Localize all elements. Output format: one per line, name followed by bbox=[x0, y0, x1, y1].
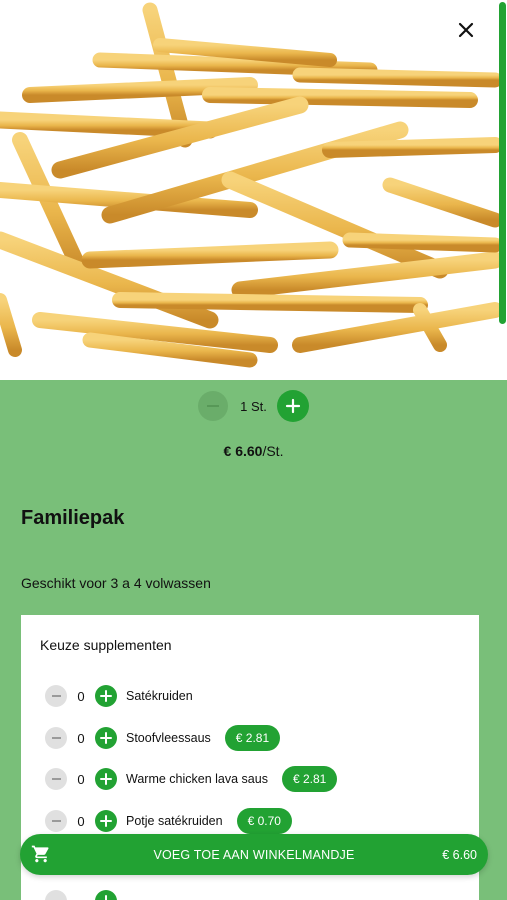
product-title: Familiepak bbox=[21, 507, 125, 529]
scrollbar-thumb[interactable] bbox=[499, 2, 506, 324]
supplement-increase-button[interactable] bbox=[95, 768, 117, 790]
supplement-increase-button[interactable] bbox=[95, 685, 117, 707]
supplement-row: 0 Stoofvleessaus € 2.81 bbox=[45, 725, 281, 751]
supplement-decrease-button[interactable] bbox=[45, 727, 67, 749]
supplement-increase-button[interactable] bbox=[95, 890, 117, 900]
unit-price: € 6.60/St. bbox=[0, 443, 507, 459]
close-icon bbox=[458, 22, 474, 38]
plus-icon bbox=[100, 732, 112, 744]
supplement-decrease-button[interactable] bbox=[45, 890, 67, 900]
supplement-row-partial bbox=[45, 888, 117, 900]
supplement-increase-button[interactable] bbox=[95, 727, 117, 749]
supplement-price-badge: € 2.81 bbox=[224, 725, 281, 751]
supplement-decrease-button[interactable] bbox=[45, 685, 67, 707]
supplement-count: 0 bbox=[77, 813, 85, 829]
supplement-name: Potje satékruiden bbox=[126, 814, 223, 828]
supplement-name: Warme chicken lava saus bbox=[126, 772, 268, 786]
supplement-price-badge: € 2.81 bbox=[281, 766, 338, 792]
product-image bbox=[0, 0, 507, 380]
close-button[interactable] bbox=[458, 22, 486, 50]
supplement-decrease-button[interactable] bbox=[45, 810, 67, 832]
supplement-count: 0 bbox=[77, 771, 85, 787]
increase-quantity-button[interactable] bbox=[276, 390, 309, 422]
plus-icon bbox=[101, 895, 111, 900]
plus-icon bbox=[100, 815, 112, 827]
supplement-count: 0 bbox=[77, 730, 85, 746]
add-to-cart-label: VOEG TOE AAN WINKELMANDJE bbox=[153, 847, 355, 862]
plus-icon bbox=[100, 773, 112, 785]
supplement-name: Stoofvleessaus bbox=[126, 731, 211, 745]
add-to-cart-button[interactable]: VOEG TOE AAN WINKELMANDJE € 6.60 bbox=[20, 834, 488, 875]
supplement-decrease-button[interactable] bbox=[45, 768, 67, 790]
supplement-increase-button[interactable] bbox=[95, 810, 117, 832]
fries-illustration bbox=[0, 2, 504, 368]
decrease-quantity-button[interactable] bbox=[198, 391, 229, 421]
cart-total: € 6.60 bbox=[442, 847, 477, 862]
plus-icon bbox=[285, 398, 300, 414]
supplement-row: 0 Potje satékruiden € 0.70 bbox=[45, 808, 292, 834]
quantity-value: 1 St. bbox=[240, 398, 267, 414]
minus-icon bbox=[207, 405, 220, 407]
unit-price-suffix: /St. bbox=[262, 443, 284, 459]
quantity-stepper: 1 St. bbox=[0, 390, 507, 422]
supplement-row: 0 Satékruiden bbox=[45, 683, 193, 709]
minus-icon bbox=[51, 695, 61, 697]
supplements-heading: Keuze supplementen bbox=[40, 637, 172, 653]
supplement-row: 0 Warme chicken lava saus € 2.81 bbox=[45, 766, 338, 792]
minus-icon bbox=[51, 737, 61, 739]
unit-price-value: € 6.60 bbox=[223, 443, 263, 459]
minus-icon bbox=[51, 778, 61, 780]
supplement-name: Satékruiden bbox=[126, 689, 193, 703]
minus-icon bbox=[51, 820, 61, 822]
product-description: Geschikt voor 3 a 4 volwassen bbox=[21, 575, 211, 591]
supplement-price-badge: € 0.70 bbox=[236, 808, 292, 834]
supplement-count: 0 bbox=[77, 688, 85, 704]
plus-icon bbox=[100, 690, 112, 702]
